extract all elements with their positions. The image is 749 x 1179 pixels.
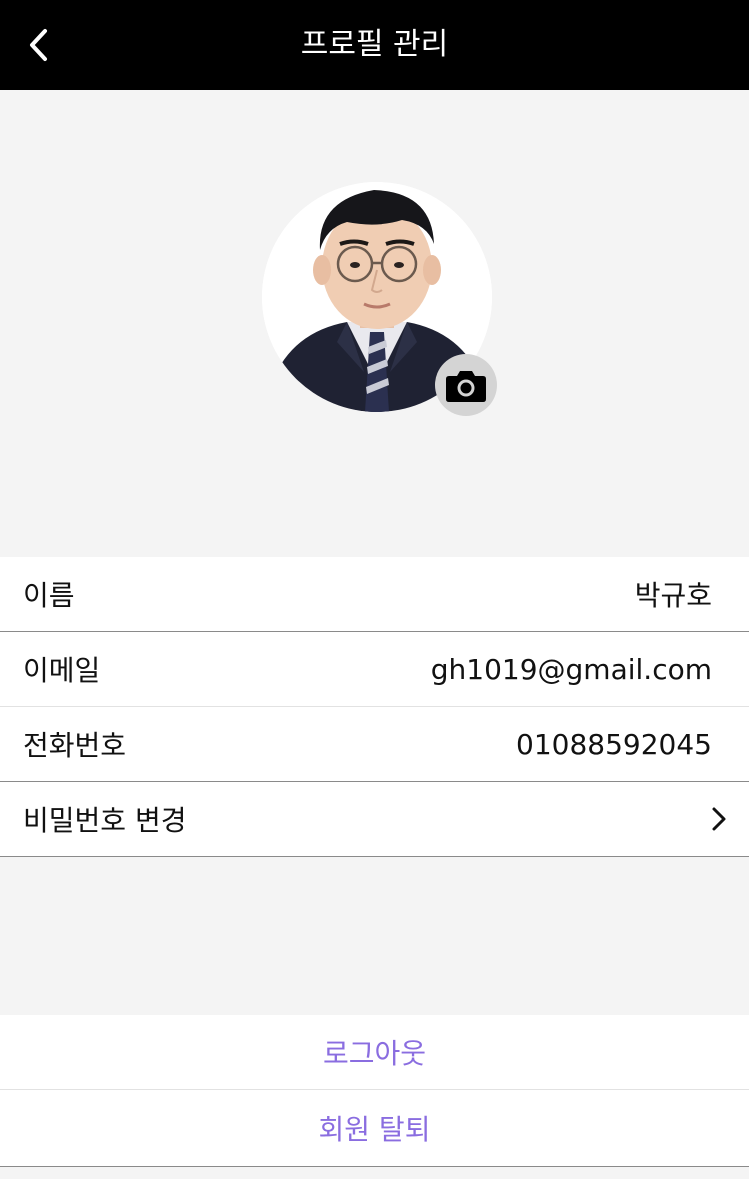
name-row: 이름 박규호 xyxy=(0,557,749,632)
change-password-label: 비밀번호 변경 xyxy=(23,804,187,837)
change-password-row[interactable]: 비밀번호 변경 xyxy=(0,782,749,857)
profile-area xyxy=(0,90,749,557)
top-bar: 프로필 관리 xyxy=(0,0,749,90)
chevron-right-icon xyxy=(712,807,726,831)
name-value: 박규호 xyxy=(634,579,712,612)
email-value: gh1019@gmail.com xyxy=(430,652,712,686)
change-photo-button[interactable] xyxy=(435,354,497,416)
email-label: 이메일 xyxy=(23,654,101,687)
phone-value: 01088592045 xyxy=(516,727,712,761)
profile-info-list: 이름 박규호 이메일 gh1019@gmail.com 전화번호 0108859… xyxy=(0,557,749,857)
phone-row: 전화번호 01088592045 xyxy=(0,707,749,782)
withdraw-button[interactable]: 회원 탈퇴 xyxy=(0,1090,749,1167)
phone-label: 전화번호 xyxy=(23,729,127,762)
camera-icon xyxy=(446,371,486,402)
page-title: 프로필 관리 xyxy=(300,27,449,62)
account-actions: 로그아웃 회원 탈퇴 xyxy=(0,1015,749,1167)
logout-button[interactable]: 로그아웃 xyxy=(0,1015,749,1090)
name-label: 이름 xyxy=(23,579,75,612)
email-row: 이메일 gh1019@gmail.com xyxy=(0,632,749,707)
